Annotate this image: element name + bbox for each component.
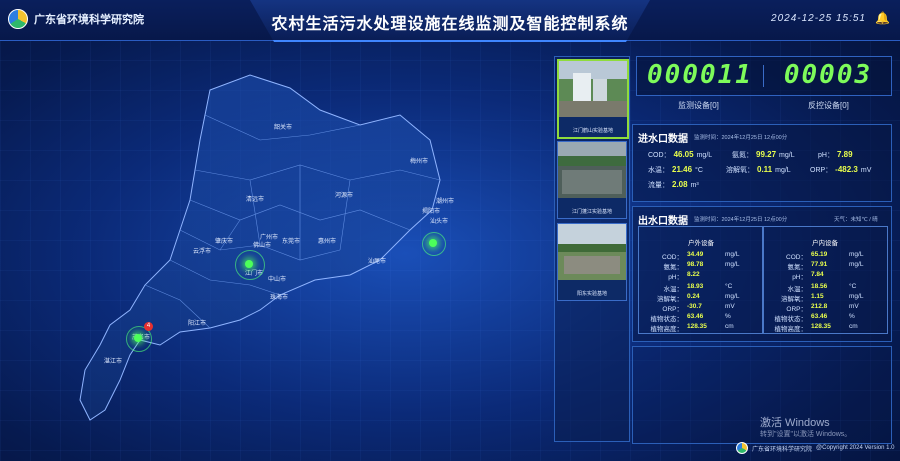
site-caption: 江门蓬江实验基地	[571, 209, 612, 215]
outlet-title: 出水口数据	[638, 216, 688, 227]
table-row: 溶解氧： 1.15 mg/L	[781, 293, 864, 303]
table-row: 氨氮： 98.78 mg/L	[663, 261, 740, 271]
site-photo	[558, 142, 626, 198]
footer-org: 广东省环境科学研究院	[752, 446, 813, 453]
monitor-device-label[interactable]: 监测设备[0]	[678, 100, 719, 111]
activation-watermark-text: 转到"设置"以激活 Windows。	[760, 431, 852, 438]
site-photo	[559, 61, 627, 117]
counter-divider	[763, 65, 764, 87]
site-caption: 江门鹤山实验基地	[572, 128, 613, 134]
datetime-display: 2024-12-25 15:51	[771, 13, 866, 24]
control-device-count: 00003	[783, 60, 873, 90]
site-thumbnail[interactable]: 江门蓬江实验基地	[557, 141, 627, 219]
table-row: 植物高度： 128.35 cm	[774, 323, 858, 333]
outlet-weather: 天气：未知℃ / 晴	[834, 217, 878, 223]
inlet-time: 监测时间：2024年12月25日 12点00分	[694, 135, 788, 141]
inlet-ammonia: 氨氮： 99.27 mg/L	[732, 150, 795, 159]
city-label: 珠海市	[270, 295, 289, 301]
table-row: COD： 34.49 mg/L	[662, 251, 740, 261]
city-label: 汕头市	[430, 219, 449, 225]
outlet-time: 监测时间：2024年12月25日 12点00分	[694, 217, 788, 223]
inlet-water-temp: 水温： 21.46 °C	[648, 165, 703, 174]
indoor-device-table: 户内设备 COD： 65.19 mg/L 氨氮： 77.91 mg/L pH： 7.84 …	[762, 226, 888, 334]
inlet-ph: pH： 7.89	[818, 150, 853, 159]
table-row: 植物状态： 63.46%	[650, 313, 731, 323]
table-row: pH： 8.22	[668, 271, 700, 281]
city-label: 中山市	[268, 277, 287, 283]
city-label: 云浮市	[193, 249, 212, 255]
city-label: 揭阳市	[422, 209, 441, 215]
site-caption: 阳东实验基地	[576, 291, 607, 297]
city-label: 惠州市	[318, 239, 337, 245]
counter-frame: 000011 00003	[636, 56, 892, 96]
inlet-flow: 流量： 2.08 m³	[648, 180, 699, 189]
table-row: 水温： 18.93 °C	[663, 283, 733, 293]
city-label: 佛山市	[253, 243, 272, 249]
site-marker-maoming[interactable]	[134, 334, 142, 342]
city-label: 河源市	[335, 193, 354, 199]
table-row: 植物高度： 128.35 cm	[650, 323, 734, 333]
city-label: 韶关市	[274, 125, 293, 131]
guangdong-map[interactable]: 韶关市 梅州市 清远市 河源市 潮州市 揭阳市 汕头市 肇庆市 广州市 佛山市 …	[60, 70, 500, 430]
city-label: 东莞市	[282, 239, 301, 245]
site-thumbnail-list: 江门鹤山实验基地 江门蓬江实验基地 阳东实验基地	[554, 56, 630, 442]
footer-logo-icon	[736, 442, 748, 454]
device-name: 户内设备	[812, 240, 838, 247]
city-label: 肇庆市	[215, 239, 234, 245]
city-label: 清远市	[246, 197, 265, 203]
header-bar: 广东省环境科学研究院 农村生活污水处理设施在线监测及智能控制系统 2024-12…	[0, 0, 900, 42]
city-label: 湛江市	[104, 359, 123, 365]
table-row: pH： 7.84	[792, 271, 824, 281]
outdoor-device-table: 户外设备 COD： 34.49 mg/L 氨氮： 98.78 mg/L pH： 8.22 …	[638, 226, 764, 334]
footer-copyright: @Copyright 2024 Version 1.0	[816, 445, 895, 451]
device-counters: 000011 00003 监测设备[0] 反控设备[0]	[636, 56, 892, 118]
table-row: COD： 65.19 mg/L	[786, 251, 864, 261]
footer: 广东省环境科学研究院 @Copyright 2024 Version 1.0	[736, 442, 895, 454]
inlet-cod: COD： 46.05 mg/L	[648, 150, 713, 159]
alert-badge[interactable]: 4	[144, 322, 153, 331]
page-title: 农村生活污水处理设施在线监测及智能控制系统	[271, 16, 629, 33]
site-photo	[558, 224, 626, 280]
monitor-device-count: 000011	[647, 60, 753, 90]
table-row: 水温： 18.56 °C	[787, 283, 857, 293]
city-label: 梅州市	[410, 159, 429, 165]
city-label: 阳江市	[188, 321, 207, 327]
table-row: 植物状态： 63.46%	[774, 313, 855, 323]
activation-watermark-title: 激活 Windows	[760, 417, 830, 429]
control-device-label[interactable]: 反控设备[0]	[808, 100, 849, 111]
site-thumbnail[interactable]: 阳东实验基地	[557, 223, 627, 301]
site-marker-east[interactable]	[429, 239, 437, 247]
table-row: ORP： 212.8 mV	[786, 303, 859, 313]
bell-icon[interactable]: 🔔	[875, 11, 890, 25]
table-row: 氨氮： 77.91 mg/L	[787, 261, 864, 271]
inlet-dissolved-oxygen: 溶解氧： 0.11 mg/L	[726, 165, 791, 174]
site-thumbnail[interactable]: 江门鹤山实验基地	[557, 59, 629, 139]
device-name: 户外设备	[688, 240, 714, 247]
site-marker-jiangmen[interactable]	[245, 260, 253, 268]
inlet-title: 进水口数据	[638, 134, 688, 145]
table-row: ORP： -30.7 mV	[662, 303, 735, 313]
inlet-orp: ORP： -482.3 mV	[810, 165, 872, 174]
city-label: 潮州市	[436, 199, 455, 205]
city-label: 汕尾市	[368, 259, 387, 265]
table-row: 溶解氧： 0.24 mg/L	[657, 293, 740, 303]
